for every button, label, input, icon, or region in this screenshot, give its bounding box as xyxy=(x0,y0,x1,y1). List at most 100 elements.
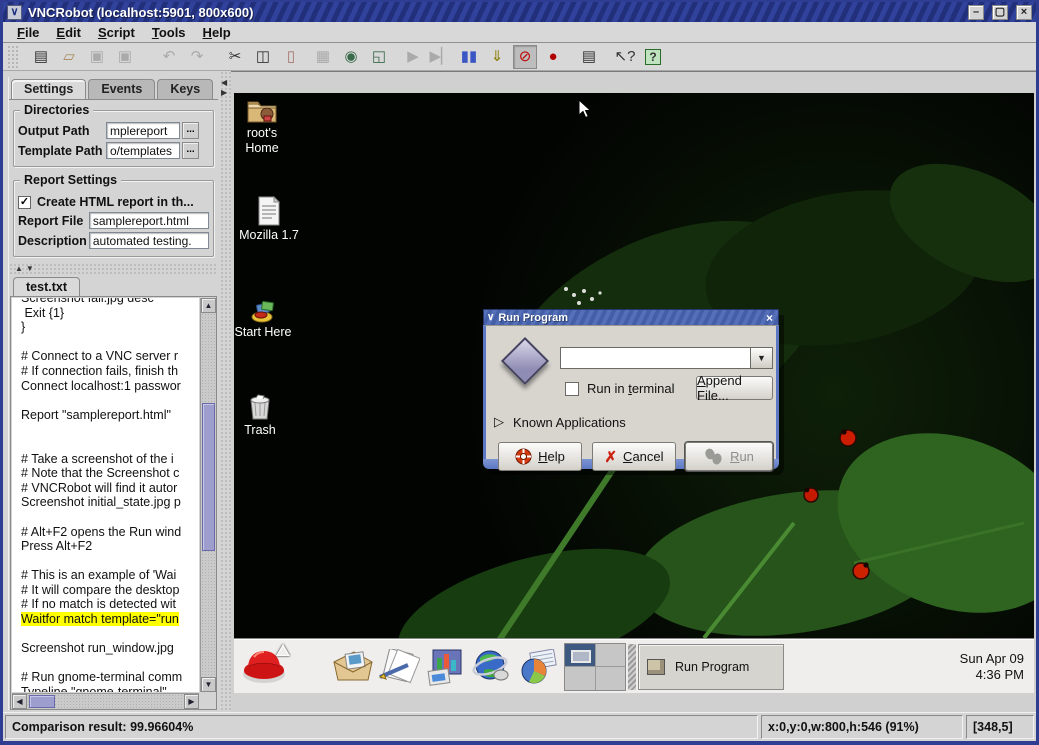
dialog-titlebar[interactable]: ∨ Run Program × xyxy=(483,309,779,325)
workspace-2[interactable] xyxy=(596,644,626,667)
pie-chart-icon xyxy=(517,649,557,685)
desktop-icon-mozilla[interactable]: Mozilla 1.7 xyxy=(239,196,299,243)
known-applications-expander[interactable]: ▷ Known Applications xyxy=(494,414,626,430)
menu-tools[interactable]: Tools xyxy=(148,23,195,42)
menu-help[interactable]: Help xyxy=(199,23,240,42)
open-script-button[interactable]: ▱ xyxy=(57,45,81,69)
desktop-icon-start-here[interactable]: Start Here xyxy=(234,298,292,340)
template-path-field[interactable]: o/templates xyxy=(106,142,180,159)
screenshot-button[interactable]: ◉ xyxy=(339,45,363,69)
workspace-4[interactable] xyxy=(596,667,626,690)
cancel-button[interactable]: ✗ Cancel xyxy=(592,442,676,471)
window-menu-icon[interactable]: ∨ xyxy=(7,5,22,20)
context-help-button[interactable]: ↖? xyxy=(613,45,637,69)
dialog-menu-icon[interactable]: ∨ xyxy=(487,313,494,323)
capture-window-button[interactable]: ◱ xyxy=(367,45,391,69)
pen-paper-icon xyxy=(378,649,420,685)
tab-keys[interactable]: Keys xyxy=(157,79,213,99)
desktop-icon-trash[interactable]: Trash xyxy=(234,392,286,438)
window-titlebar[interactable]: ∨ VNCRobot (localhost:5901, 800x600) – ▢… xyxy=(3,2,1036,22)
launcher-calc[interactable] xyxy=(514,643,560,691)
create-html-report-checkbox[interactable]: ✓ xyxy=(18,196,31,209)
workspace-3[interactable] xyxy=(565,667,595,690)
workspace-1[interactable] xyxy=(565,644,595,667)
record-disabled-icon: ⊘ xyxy=(519,49,532,64)
comparison-result-status: Comparison result: 99.96604% xyxy=(5,715,758,739)
workspace-switcher[interactable] xyxy=(564,643,626,691)
sidebar-splitter[interactable]: ▲ ▼ xyxy=(9,263,218,275)
splitter-collapse-up-icon[interactable]: ▲ xyxy=(15,265,23,273)
menu-file[interactable]: File xyxy=(13,23,48,42)
append-file-button[interactable]: Append File... xyxy=(696,376,773,400)
window-title: VNCRobot (localhost:5901, 800x600) xyxy=(28,5,960,20)
new-script-icon: ▤ xyxy=(34,49,48,64)
panel-drag-handle[interactable] xyxy=(628,644,636,690)
remote-desktop[interactable]: root's Home Mozilla 1.7 xyxy=(234,93,1034,693)
step-button: ▶▏ xyxy=(429,45,453,69)
output-path-field[interactable]: mplereport xyxy=(106,122,180,139)
sidebar-tabs: Settings Events Keys xyxy=(11,79,218,99)
record-disabled-button[interactable]: ⊘ xyxy=(513,45,537,69)
paste-button[interactable]: ▯ xyxy=(279,45,303,69)
tab-test-txt[interactable]: test.txt xyxy=(13,277,80,297)
scroll-right-icon[interactable]: ▶ xyxy=(184,694,199,709)
cancel-x-icon: ✗ xyxy=(604,448,617,466)
dialog-close-icon[interactable]: × xyxy=(764,312,775,324)
horizontal-scroll-thumb[interactable] xyxy=(29,695,55,708)
scroll-down-icon[interactable]: ▼ xyxy=(201,677,216,692)
command-input[interactable] xyxy=(561,348,750,368)
run-program-diamond-icon xyxy=(501,337,549,385)
close-button[interactable]: × xyxy=(1016,5,1032,20)
new-script-button[interactable]: ▤ xyxy=(29,45,53,69)
menu-script[interactable]: Script xyxy=(94,23,144,42)
sidebar: Settings Events Keys Directories Output … xyxy=(8,77,218,710)
command-combobox[interactable]: ▼ xyxy=(560,347,773,369)
stop-record-button[interactable]: ● xyxy=(541,45,565,69)
pause-button[interactable]: ▮▮ xyxy=(457,45,481,69)
run-in-terminal-checkbox[interactable]: Run in terminal xyxy=(565,381,674,396)
split-collapse-left-icon[interactable]: ◀ xyxy=(221,79,227,87)
minimize-button[interactable]: – xyxy=(968,5,984,20)
report-file-field[interactable]: samplereport.html xyxy=(89,212,209,229)
editor-line: # It will compare the desktop xyxy=(21,583,199,598)
launcher-browser[interactable] xyxy=(468,643,514,691)
toolbar-drag-handle[interactable] xyxy=(7,45,19,69)
launcher-impress[interactable] xyxy=(422,643,468,691)
editor-vertical-scrollbar[interactable]: ▲ ▼ xyxy=(200,298,216,692)
tab-events[interactable]: Events xyxy=(88,79,155,99)
tab-settings[interactable]: Settings xyxy=(11,79,86,99)
editor-horizontal-scrollbar[interactable]: ◀ ▶ xyxy=(12,693,199,709)
combo-dropdown-icon[interactable]: ▼ xyxy=(750,348,772,368)
splitter-collapse-down-icon[interactable]: ▼ xyxy=(26,265,34,273)
undo-icon: ↶ xyxy=(163,49,176,64)
main-menu-button[interactable] xyxy=(240,642,296,692)
desktop-icon-roots-home[interactable]: root's Home xyxy=(234,98,290,156)
split-collapse-right-icon[interactable]: ▶ xyxy=(221,89,227,97)
cut-button[interactable]: ✂ xyxy=(223,45,247,69)
output-path-browse-button[interactable]: ... xyxy=(182,122,199,139)
editor-line-highlighted: Waitfor match template="run xyxy=(21,612,199,627)
alert-triangle-icon[interactable] xyxy=(276,644,290,656)
menu-edit[interactable]: Edit xyxy=(52,23,90,42)
help-button[interactable]: Help xyxy=(498,442,582,471)
export-report-button[interactable]: ⇓ xyxy=(485,45,509,69)
scroll-left-icon[interactable]: ◀ xyxy=(12,694,27,709)
description-field[interactable]: automated testing. xyxy=(89,232,209,249)
launcher-email[interactable] xyxy=(330,643,376,691)
variables-icon: ▤ xyxy=(582,49,596,64)
vertical-scroll-thumb[interactable] xyxy=(202,403,215,551)
launcher-writer[interactable] xyxy=(376,643,422,691)
panel-clock[interactable]: Sun Apr 09 4:36 PM xyxy=(960,651,1024,683)
template-path-browse-button[interactable]: ... xyxy=(182,142,199,159)
copy-button[interactable]: ◫ xyxy=(251,45,275,69)
expander-triangle-icon[interactable]: ▷ xyxy=(494,414,504,430)
variables-button[interactable]: ▤ xyxy=(577,45,601,69)
script-editor-text[interactable]: Screenshot fail.jpg desc Exit {1}} # Con… xyxy=(12,298,199,692)
maximize-button[interactable]: ▢ xyxy=(992,5,1008,20)
checkbox-box[interactable] xyxy=(565,382,579,396)
directories-group-title: Directories xyxy=(20,103,93,117)
task-button-run-program[interactable]: Run Program xyxy=(638,644,784,690)
scroll-up-icon[interactable]: ▲ xyxy=(201,298,216,313)
help-button[interactable]: ? xyxy=(641,45,665,69)
editor-line: Exit {1} xyxy=(21,306,199,321)
